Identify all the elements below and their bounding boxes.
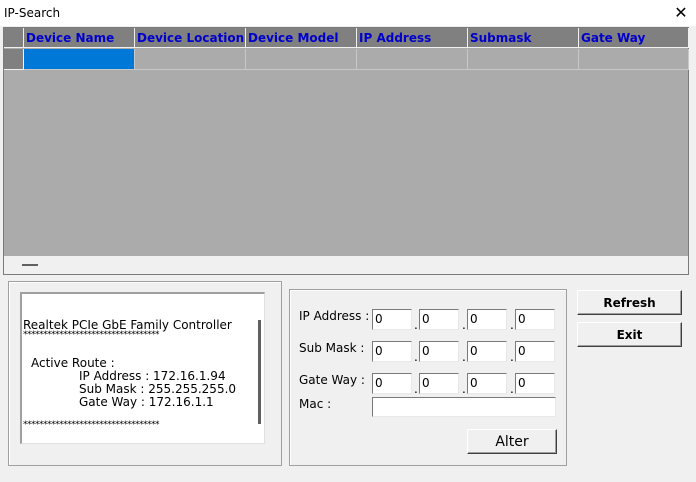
dot-separator: .: [462, 382, 466, 396]
table-row[interactable]: [4, 49, 690, 70]
ip-address-label: IP Address :: [299, 309, 370, 323]
ip-octet-3-input[interactable]: 0: [467, 309, 507, 330]
active-gate-way: Gate Way : 172.16.1.1: [79, 395, 214, 409]
dot-separator: .: [414, 382, 418, 396]
column-header-device-model[interactable]: Device Model: [246, 28, 357, 48]
gateway-octet-4-input[interactable]: 0: [515, 373, 555, 394]
dot-separator: .: [462, 318, 466, 332]
gateway-octet-1-input[interactable]: 0: [372, 373, 412, 394]
refresh-button[interactable]: Refresh: [577, 290, 682, 315]
ip-settings-panel: IP Address : 0 . 0 . 0 . 0 Sub Mask : 0 …: [289, 289, 567, 466]
dot-separator: .: [414, 318, 418, 332]
device-grid[interactable]: Device Name Device Location Device Model…: [3, 27, 689, 275]
active-ip-address: IP Address : 172.16.1.94: [79, 369, 226, 383]
dot-separator: .: [510, 382, 514, 396]
grid-corner[interactable]: [4, 28, 24, 48]
title-bar: IP-Search ✕: [0, 0, 696, 26]
mask-octet-3-input[interactable]: 0: [467, 341, 507, 362]
gate-way-label: Gate Way :: [299, 373, 365, 387]
vertical-scrollbar[interactable]: [258, 320, 261, 424]
close-icon[interactable]: ✕: [666, 0, 696, 26]
dot-separator: .: [414, 350, 418, 364]
sub-mask-label: Sub Mask :: [299, 341, 365, 355]
mac-label: Mac :: [299, 397, 332, 411]
grid-header: Device Name Device Location Device Model…: [4, 28, 690, 48]
separator-bottom: **********************************: [23, 420, 160, 430]
adapter-info-box[interactable]: Realtek PCIe GbE Family Controller *****…: [20, 292, 265, 444]
column-header-submask[interactable]: Submask: [468, 28, 579, 48]
adapter-info-panel: Realtek PCIe GbE Family Controller *****…: [8, 281, 282, 466]
row-header[interactable]: [4, 49, 24, 70]
mask-octet-2-input[interactable]: 0: [419, 341, 459, 362]
column-header-gate-way[interactable]: Gate Way: [579, 28, 689, 48]
active-route-label: Active Route :: [31, 356, 115, 370]
dot-separator: .: [510, 350, 514, 364]
table-cell[interactable]: [246, 49, 357, 70]
window-title: IP-Search: [4, 6, 61, 20]
table-cell[interactable]: [135, 49, 246, 70]
separator-top: **********************************: [23, 330, 160, 340]
scrollbar-thumb[interactable]: [22, 264, 38, 266]
dot-separator: .: [462, 350, 466, 364]
active-sub-mask: Sub Mask : 255.255.255.0: [79, 382, 237, 396]
table-cell[interactable]: [24, 49, 135, 70]
column-header-device-name[interactable]: Device Name: [24, 28, 135, 48]
alter-button[interactable]: Alter: [467, 429, 557, 454]
column-header-device-location[interactable]: Device Location: [135, 28, 246, 48]
mask-octet-4-input[interactable]: 0: [515, 341, 555, 362]
gateway-octet-2-input[interactable]: 0: [419, 373, 459, 394]
mac-input[interactable]: [372, 397, 556, 417]
column-header-ip-address[interactable]: IP Address: [357, 28, 468, 48]
exit-button[interactable]: Exit: [577, 322, 682, 347]
dot-separator: .: [510, 318, 514, 332]
table-cell[interactable]: [468, 49, 579, 70]
ip-octet-1-input[interactable]: 0: [372, 309, 412, 330]
ip-octet-4-input[interactable]: 0: [515, 309, 555, 330]
horizontal-scrollbar[interactable]: [4, 256, 688, 274]
gateway-octet-3-input[interactable]: 0: [467, 373, 507, 394]
ip-octet-2-input[interactable]: 0: [419, 309, 459, 330]
table-cell[interactable]: [357, 49, 468, 70]
mask-octet-1-input[interactable]: 0: [372, 341, 412, 362]
table-cell[interactable]: [579, 49, 689, 70]
